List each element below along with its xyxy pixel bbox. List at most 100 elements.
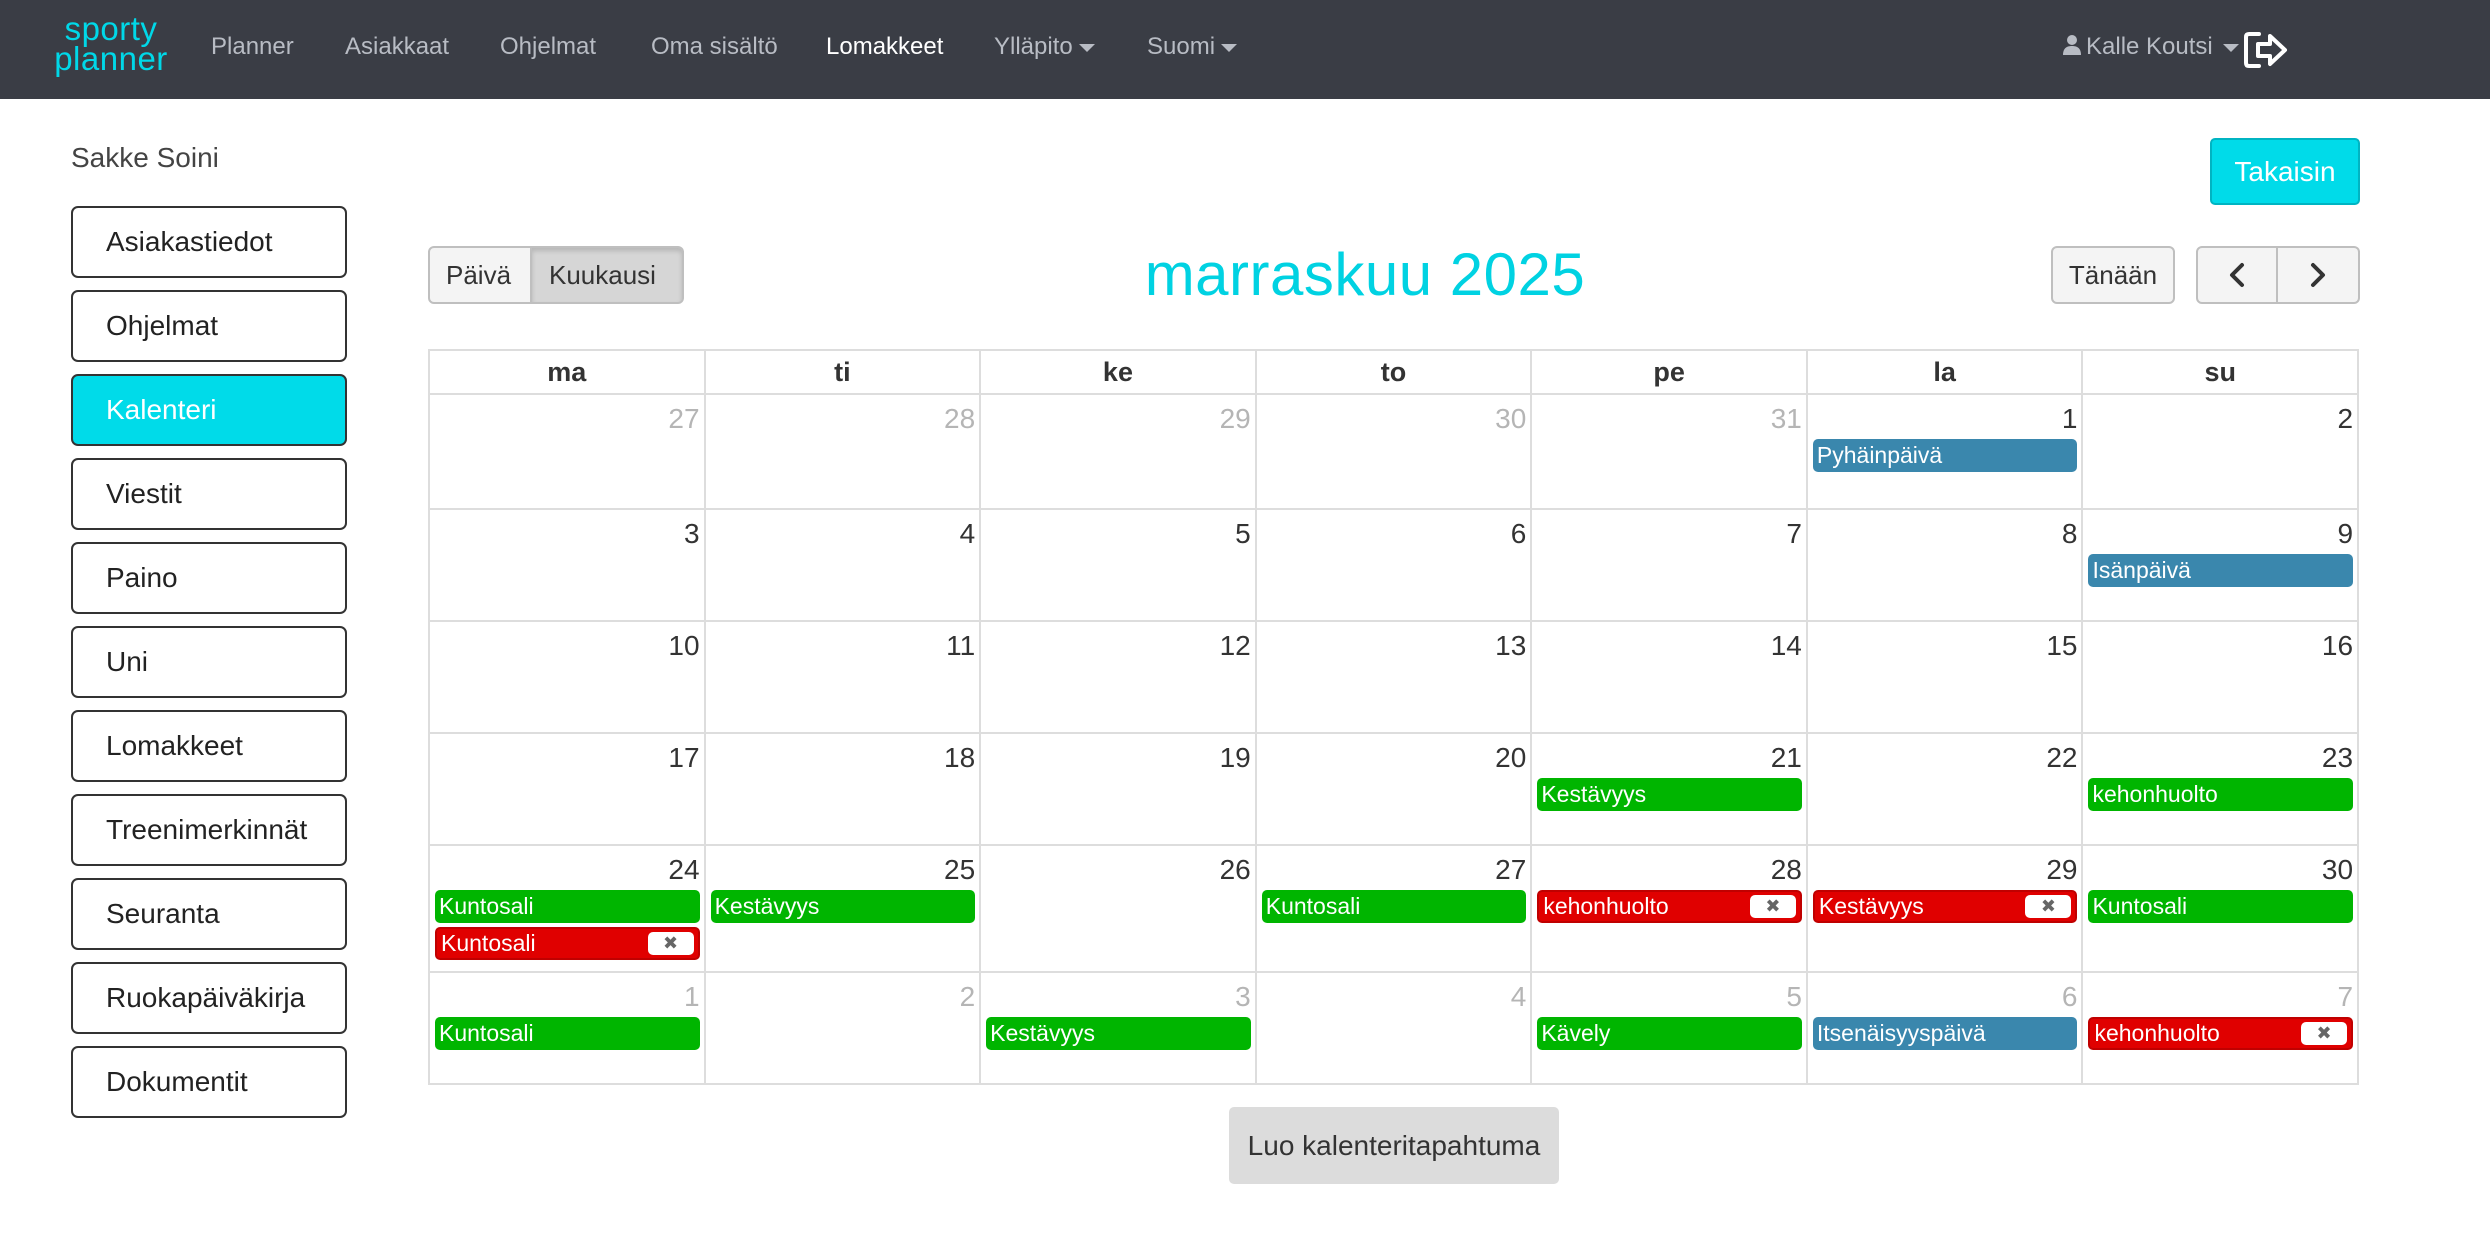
remove-event-icon[interactable]: ✖ bbox=[647, 932, 694, 955]
nav-yllapito-dropdown[interactable]: Ylläpito bbox=[994, 33, 1095, 61]
calendar-event[interactable]: Kestävyys ✖ bbox=[1812, 890, 2078, 923]
calendar-day-cell[interactable]: 18 bbox=[706, 734, 982, 844]
calendar-day-cell[interactable]: 2 bbox=[706, 973, 982, 1083]
day-number: 29 bbox=[1219, 403, 1251, 434]
calendar-event[interactable]: kehonhuolto ✖ bbox=[1537, 890, 1802, 923]
remove-event-icon[interactable]: ✖ bbox=[2025, 895, 2072, 918]
calendar-day-cell[interactable]: 14 bbox=[1532, 622, 1808, 732]
calendar-event[interactable]: Isänpäivä bbox=[2088, 554, 2354, 587]
calendar-day-cell[interactable]: 26 bbox=[981, 846, 1257, 971]
day-number: 7 bbox=[1786, 518, 1802, 549]
calendar-event[interactable]: Kuntosali bbox=[2088, 890, 2354, 923]
day-number: 24 bbox=[668, 854, 700, 885]
calendar-day-cell[interactable]: 1 Kuntosali bbox=[430, 973, 706, 1083]
calendar-day-cell[interactable]: 21 Kestävyys bbox=[1532, 734, 1808, 844]
sidebar-item-asiakastiedot[interactable]: Asiakastiedot bbox=[71, 206, 347, 278]
sidebar-item-ruokapaivakirja[interactable]: Ruokapäiväkirja bbox=[71, 962, 347, 1034]
calendar-day-cell[interactable]: 5 bbox=[981, 510, 1257, 620]
remove-event-icon[interactable]: ✖ bbox=[1749, 895, 1796, 918]
calendar-day-cell[interactable]: 16 bbox=[2083, 622, 2357, 732]
calendar-day-cell[interactable]: 5 Kävely bbox=[1532, 973, 1808, 1083]
sidebar-item-seuranta[interactable]: Seuranta bbox=[71, 878, 347, 950]
calendar-day-cell[interactable]: 1 Pyhäinpäivä bbox=[1808, 395, 2084, 508]
calendar-day-cell[interactable]: 28 bbox=[706, 395, 982, 508]
calendar-day-cell[interactable]: 4 bbox=[706, 510, 982, 620]
calendar-event[interactable]: Kestävyys bbox=[986, 1017, 1251, 1050]
calendar-day-cell[interactable]: 17 bbox=[430, 734, 706, 844]
calendar-event[interactable]: Kestävyys bbox=[710, 890, 976, 923]
calendar-day-cell[interactable]: 27 Kuntosali bbox=[1257, 846, 1533, 971]
calendar-event[interactable]: Pyhäinpäivä bbox=[1812, 439, 2078, 472]
calendar-event[interactable]: Kävely bbox=[1537, 1017, 1802, 1050]
calendar-day-cell[interactable]: 4 bbox=[1257, 973, 1533, 1083]
calendar-day-cell[interactable]: 12 bbox=[981, 622, 1257, 732]
calendar-day-cell[interactable]: 2 bbox=[2083, 395, 2357, 508]
sidebar-item-ohjelmat[interactable]: Ohjelmat bbox=[71, 290, 347, 362]
calendar-day-cell[interactable]: 29 bbox=[981, 395, 1257, 508]
user-icon bbox=[2063, 35, 2081, 55]
calendar-event[interactable]: Kuntosali bbox=[435, 890, 700, 923]
sidebar-item-viestit[interactable]: Viestit bbox=[71, 458, 347, 530]
nav-planner[interactable]: Planner bbox=[211, 33, 294, 61]
calendar-day-cell[interactable]: 31 bbox=[1532, 395, 1808, 508]
nav-language-dropdown[interactable]: Suomi bbox=[1147, 33, 1238, 61]
calendar-event[interactable]: Itsenäisyyspäivä bbox=[1812, 1017, 2078, 1050]
calendar-day-cell[interactable]: 19 bbox=[981, 734, 1257, 844]
calendar-day-cell[interactable]: 7 kehonhuolto ✖ bbox=[2083, 973, 2357, 1083]
calendar-day-cell[interactable]: 8 bbox=[1808, 510, 2084, 620]
calendar-event[interactable]: kehonhuolto bbox=[2088, 778, 2354, 811]
calendar-week-row: 17 18 19 20 21 Kestävyys 22 23 kehonhuolto bbox=[430, 734, 2357, 846]
back-button[interactable]: Takaisin bbox=[2210, 138, 2360, 205]
next-month-button[interactable] bbox=[2278, 246, 2360, 304]
calendar-day-cell[interactable]: 22 bbox=[1808, 734, 2084, 844]
sidebar-item-lomakkeet[interactable]: Lomakkeet bbox=[71, 710, 347, 782]
user-menu-dropdown[interactable]: Kalle Koutsi bbox=[2062, 33, 2239, 61]
calendar-day-cell[interactable]: 10 bbox=[430, 622, 706, 732]
nav-ohjelmat[interactable]: Ohjelmat bbox=[500, 33, 596, 61]
calendar-day-cell[interactable]: 3 Kestävyys bbox=[981, 973, 1257, 1083]
calendar-day-cell[interactable]: 7 bbox=[1532, 510, 1808, 620]
day-number: 23 bbox=[2321, 742, 2354, 773]
sidebar-item-kalenteri[interactable]: Kalenteri bbox=[71, 374, 347, 446]
calendar-day-cell[interactable]: 15 bbox=[1808, 622, 2084, 732]
calendar-event[interactable]: Kuntosali ✖ bbox=[435, 927, 700, 960]
weekday-label: ma bbox=[430, 351, 706, 393]
nav-asiakkaat[interactable]: Asiakkaat bbox=[345, 33, 449, 61]
calendar-day-cell[interactable]: 6 bbox=[1257, 510, 1533, 620]
calendar-day-cell[interactable]: 24 Kuntosali Kuntosali ✖ bbox=[430, 846, 706, 971]
calendar-day-cell[interactable]: 28 kehonhuolto ✖ bbox=[1532, 846, 1808, 971]
sporty-planner-logo[interactable]: sporty planner bbox=[46, 12, 176, 75]
calendar-day-cell[interactable]: 27 bbox=[430, 395, 706, 508]
nav-oma-sisalto[interactable]: Oma sisältö bbox=[651, 33, 778, 61]
calendar-day-cell[interactable]: 9 Isänpäivä bbox=[2083, 510, 2357, 620]
sidebar-item-paino[interactable]: Paino bbox=[71, 542, 347, 614]
previous-month-button[interactable] bbox=[2196, 246, 2278, 304]
calendar-day-cell[interactable]: 6 Itsenäisyyspäivä bbox=[1808, 973, 2084, 1083]
view-day-button[interactable]: Päivä bbox=[428, 246, 532, 304]
calendar-day-cell[interactable]: 29 Kestävyys ✖ bbox=[1808, 846, 2084, 971]
calendar-day-cell[interactable]: 11 bbox=[706, 622, 982, 732]
day-number: 1 bbox=[2061, 403, 2078, 434]
calendar-day-cell[interactable]: 3 bbox=[430, 510, 706, 620]
calendar-day-cell[interactable]: 23 kehonhuolto bbox=[2083, 734, 2357, 844]
sidebar-item-dokumentit[interactable]: Dokumentit bbox=[71, 1046, 347, 1118]
create-event-button[interactable]: Luo kalenteritapahtuma bbox=[1229, 1107, 1559, 1184]
calendar-day-cell[interactable]: 13 bbox=[1257, 622, 1533, 732]
sidebar-item-uni[interactable]: Uni bbox=[71, 626, 347, 698]
remove-event-icon[interactable]: ✖ bbox=[2301, 1022, 2348, 1045]
nav-lomakkeet[interactable]: Lomakkeet bbox=[826, 33, 943, 61]
sidebar-item-treenimerkinnat[interactable]: Treenimerkinnät bbox=[71, 794, 347, 866]
calendar-event[interactable]: Kuntosali bbox=[1261, 890, 1527, 923]
logout-icon[interactable] bbox=[2243, 30, 2289, 70]
calendar-day-cell[interactable]: 30 Kuntosali bbox=[2083, 846, 2357, 971]
view-month-button[interactable]: Kuukausi bbox=[532, 246, 684, 304]
calendar-event[interactable]: Kuntosali bbox=[435, 1017, 700, 1050]
calendar-day-cell[interactable]: 20 bbox=[1257, 734, 1533, 844]
weekday-label: ke bbox=[981, 351, 1257, 393]
chevron-left-icon bbox=[2230, 263, 2244, 287]
calendar-day-cell[interactable]: 30 bbox=[1257, 395, 1533, 508]
today-button[interactable]: Tänään bbox=[2051, 246, 2175, 304]
calendar-event[interactable]: Kestävyys bbox=[1537, 778, 1802, 811]
calendar-event[interactable]: kehonhuolto ✖ bbox=[2088, 1017, 2354, 1050]
calendar-day-cell[interactable]: 25 Kestävyys bbox=[706, 846, 982, 971]
